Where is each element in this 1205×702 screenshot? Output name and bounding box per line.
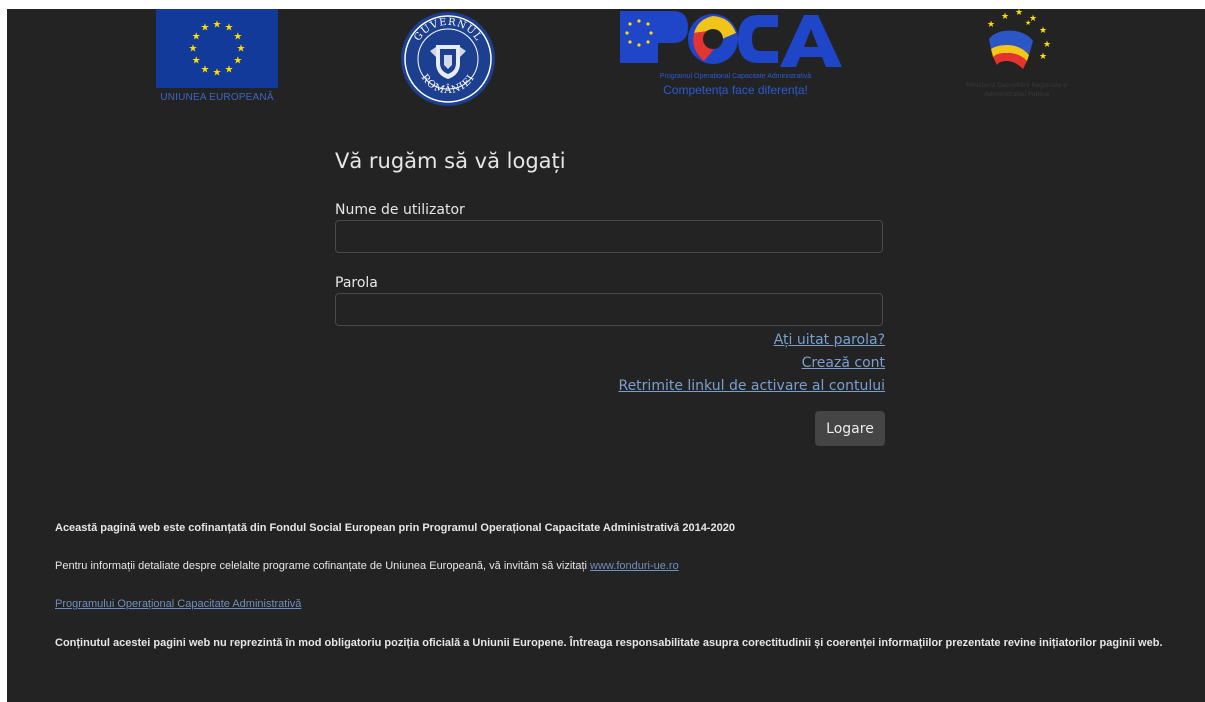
- star-icon: ★: [987, 20, 995, 30]
- eu-flag-logo: ★ ★ ★ ★ ★ ★ ★ ★ ★ ★ ★ ★: [156, 9, 278, 88]
- cofinanced-notice: Această pagină web este cofinanțată din …: [55, 522, 1165, 534]
- password-input[interactable]: [335, 293, 883, 326]
- eu-star-icon: ★: [192, 32, 201, 43]
- poca-tagline: Competența face diferența!: [663, 83, 808, 97]
- svg-text:★: ★: [1039, 26, 1047, 36]
- resend-activation-link[interactable]: Retrimite linkul de activare al contului: [618, 378, 885, 394]
- disclaimer: Conținutul acestei pagini web nu reprezi…: [55, 633, 1165, 654]
- program-line: Programului Operațional Capacitate Admin…: [55, 598, 1165, 610]
- poca-subtitle: Programul Operațional Capacitate Adminis…: [659, 73, 812, 80]
- password-label: Parola: [335, 275, 378, 291]
- username-input[interactable]: [335, 220, 883, 253]
- login-form: Vă rugăm să vă logați Nume de utilizator…: [335, 149, 885, 446]
- eu-star-icon: ★: [201, 23, 210, 34]
- forgot-password-link[interactable]: Ați uitat parola?: [774, 332, 885, 348]
- eu-star-icon: ★: [192, 56, 201, 67]
- eu-star-icon: ★: [233, 56, 242, 67]
- svg-text:★: ★: [1001, 12, 1009, 22]
- eu-caption: UNIUNEA EUROPEANĂ: [160, 92, 274, 103]
- create-account-link[interactable]: Crează cont: [802, 355, 885, 371]
- eu-star-icon: ★: [213, 68, 222, 79]
- eu-star-icon: ★: [189, 44, 198, 55]
- fonduri-ue-link[interactable]: www.fonduri-ue.ro: [590, 560, 679, 572]
- disclaimer-text: Conținutul acestei pagini web nu reprezi…: [55, 637, 1163, 649]
- svg-text:★: ★: [1015, 9, 1023, 18]
- ministry-caption: Ministerul Dezvoltării Regionale și Admi…: [966, 82, 1068, 98]
- svg-text:★: ★: [1025, 19, 1031, 27]
- eu-star-icon: ★: [225, 64, 234, 75]
- page-title: Vă rugăm să vă logați: [335, 149, 566, 173]
- eu-star-icon: ★: [201, 64, 210, 75]
- eu-star-icon: ★: [233, 32, 242, 43]
- info-line: Pentru informații detaliate despre celel…: [55, 560, 1165, 572]
- romanian-government-seal-logo: GUVERNUL ROMÂNIEI: [400, 11, 496, 107]
- eu-star-icon: ★: [225, 23, 234, 34]
- username-label: Nume de utilizator: [335, 202, 465, 218]
- svg-text:★: ★: [1039, 52, 1047, 62]
- cofinanced-text: Această pagină web este cofinanțată din …: [55, 522, 735, 534]
- info-text: Pentru informații detaliate despre celel…: [55, 560, 587, 572]
- eu-star-icon: ★: [213, 20, 222, 31]
- program-link[interactable]: Programului Operațional Capacitate Admin…: [55, 598, 301, 610]
- svg-text:★: ★: [1043, 40, 1051, 50]
- login-button[interactable]: Logare: [815, 411, 885, 446]
- page: ★ ★ ★ ★ ★ ★ ★ ★ ★ ★ ★ ★ UNIUNEA EUROPEANĂ GUVERNUL …: [7, 8, 1205, 702]
- eu-star-icon: ★: [237, 44, 246, 55]
